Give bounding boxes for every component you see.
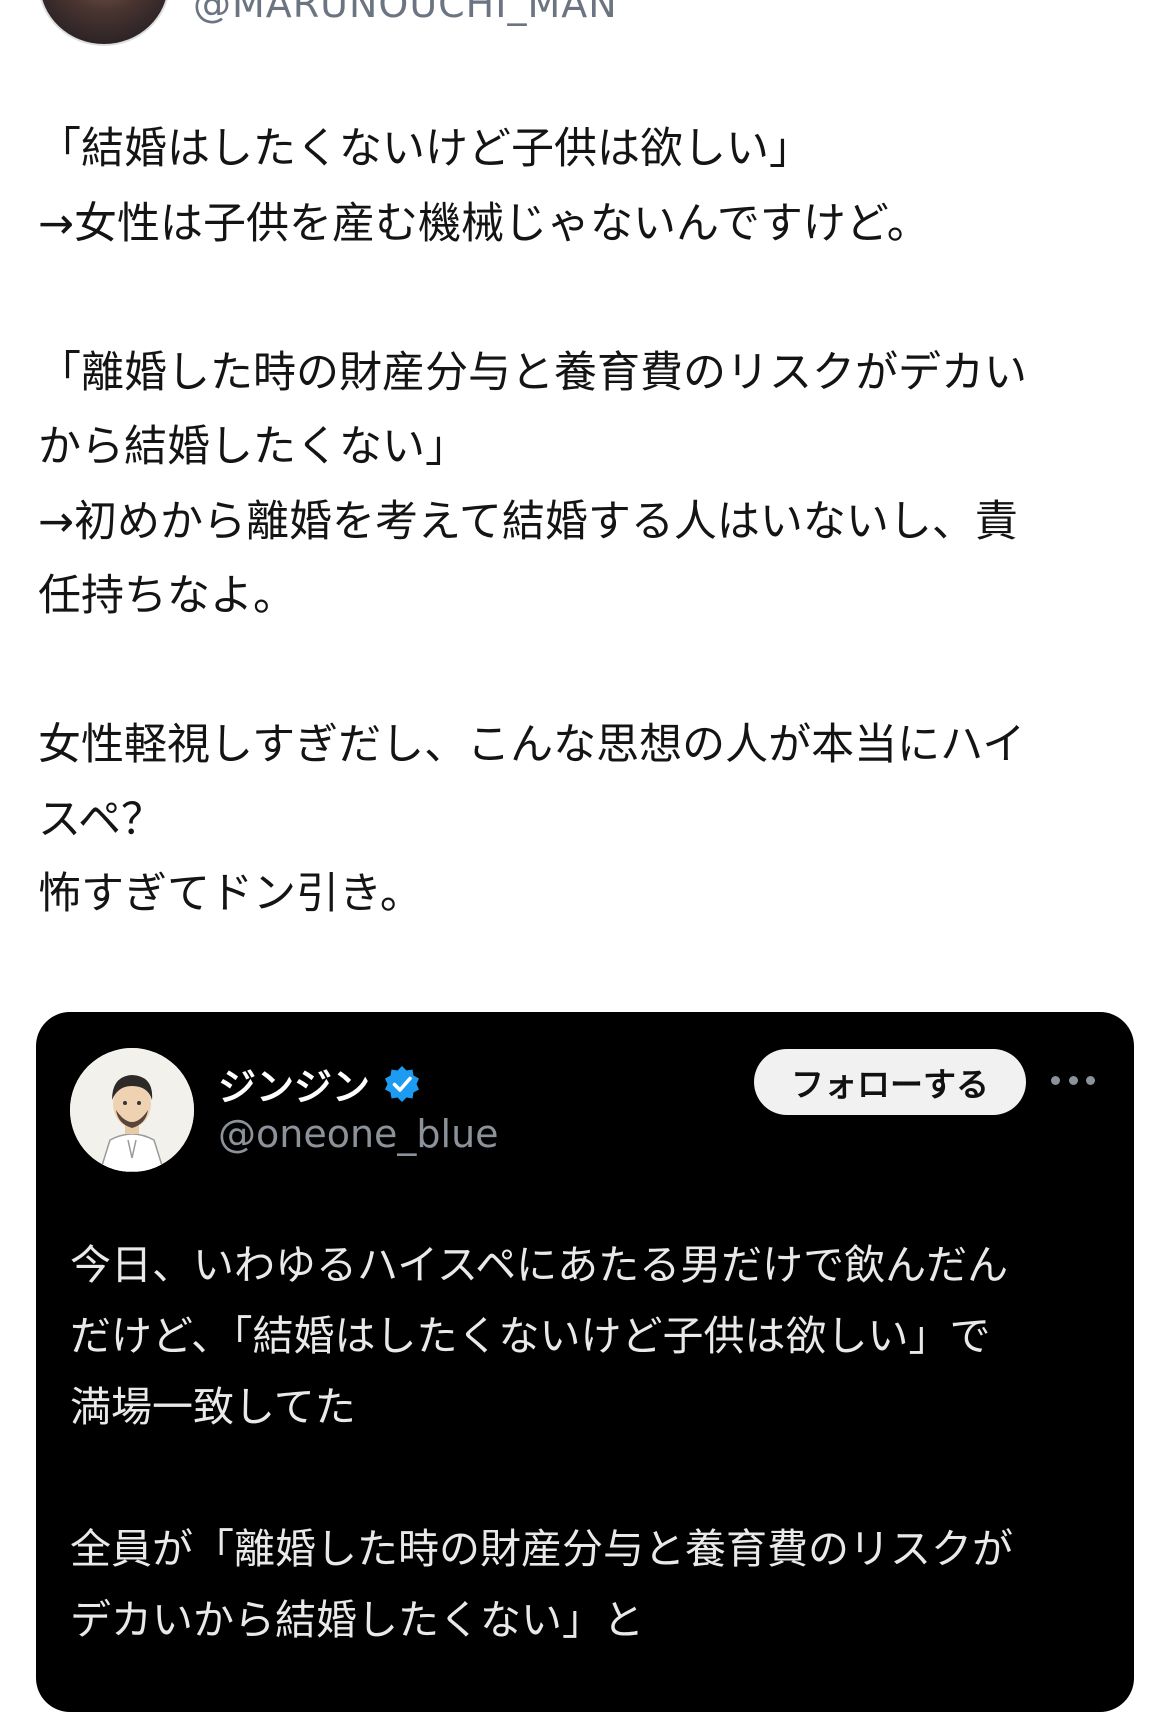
author-avatar[interactable]: [38, 0, 170, 46]
verified-badge-icon: [382, 1064, 422, 1104]
quoted-author-handle[interactable]: @oneone_blue: [218, 1112, 499, 1156]
quoted-author-avatar[interactable]: [70, 1048, 194, 1172]
quoted-post-card[interactable]: ジンジン @oneone_blue フォローする 今日、いわゆるハイスペにあたる…: [36, 1012, 1134, 1712]
more-dot: [1051, 1075, 1060, 1085]
more-dot: [1086, 1075, 1095, 1085]
quoted-author-name[interactable]: ジンジン: [218, 1056, 370, 1111]
author-handle[interactable]: @MARUNOUCHI_MAN: [193, 0, 618, 26]
quoted-post-text: 今日、いわゆるハイスペにあたる男だけで飲んだん だけど、「結婚はしたくないけど子…: [70, 1241, 1013, 1644]
quoted-author-name-row[interactable]: ジンジン: [218, 1056, 422, 1111]
follow-button[interactable]: フォローする: [754, 1049, 1026, 1115]
post-text: 「結婚はしたくないけど子供は欲しい」 →女性は子供を産む機械じゃないんですけど。…: [38, 124, 1027, 919]
more-dot: [1068, 1075, 1078, 1085]
more-options-icon[interactable]: [1051, 1065, 1095, 1095]
